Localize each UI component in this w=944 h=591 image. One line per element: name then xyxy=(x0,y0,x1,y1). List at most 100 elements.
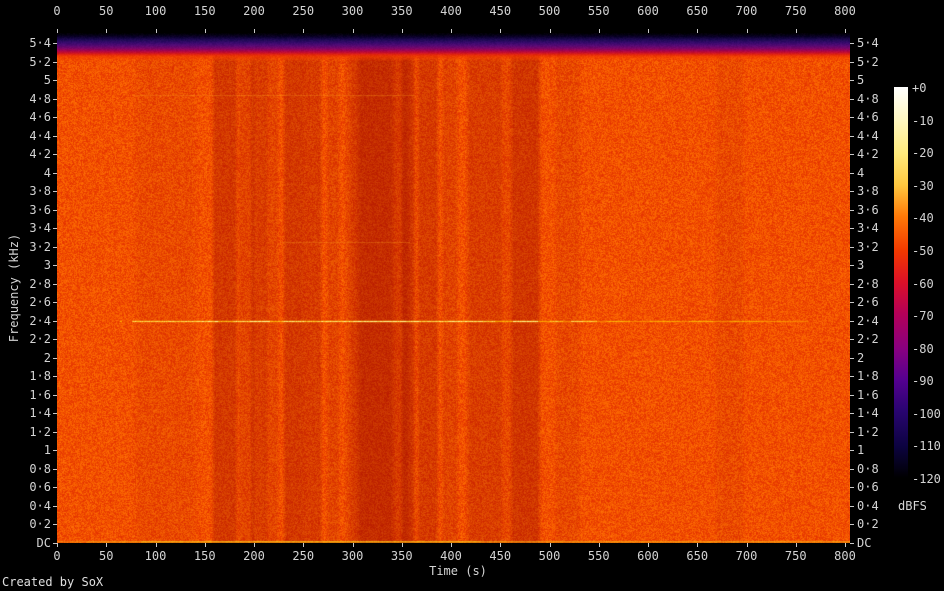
y-tick-label: 5·4 xyxy=(29,36,51,50)
y-tick-mark xyxy=(850,524,854,526)
colorbar-tick-label: -120 xyxy=(912,472,941,486)
sox-credit: Created by SoX xyxy=(2,575,104,589)
x-tick-label: 100 xyxy=(144,549,167,563)
x-tick-label: 600 xyxy=(637,4,659,18)
y-tick-label: 4 xyxy=(43,165,51,180)
y-tick-mark xyxy=(850,376,854,378)
x-tick-mark xyxy=(204,543,206,547)
y-tick-label: DC xyxy=(857,536,872,550)
spectrogram-canvas xyxy=(57,33,850,543)
colorbar-tick-label: -110 xyxy=(912,439,941,454)
y-tick-label: 2 xyxy=(857,350,865,365)
y-tick-mark xyxy=(850,154,854,156)
y-tick-mark xyxy=(850,98,854,100)
x-tick-label: 350 xyxy=(390,4,413,18)
x-tick-label: 250 xyxy=(292,4,315,18)
x-tick-label: 800 xyxy=(834,4,856,18)
x-tick-mark xyxy=(57,543,58,547)
y-tick-mark xyxy=(850,265,854,267)
x-tick-label: 650 xyxy=(686,4,709,18)
y-tick-label: 0·6 xyxy=(29,480,51,495)
y-tick-label: 1·6 xyxy=(29,387,51,402)
colorbar-unit-label: dBFS xyxy=(898,499,927,513)
x-tick-label: 700 xyxy=(735,549,758,563)
y-tick-label: 3·2 xyxy=(29,239,51,254)
y-tick-mark xyxy=(850,43,854,44)
y-tick-label: 3·8 xyxy=(29,184,51,199)
x-tick-label: 0 xyxy=(53,549,61,563)
colorbar-tick-label: -30 xyxy=(912,178,934,193)
x-tick-mark xyxy=(155,543,157,547)
y-tick-label: 4·4 xyxy=(857,128,879,143)
x-tick-mark xyxy=(549,543,551,547)
x-tick-label: 750 xyxy=(784,4,807,18)
y-tick-label: 4·2 xyxy=(29,147,51,162)
x-tick-label: 400 xyxy=(440,549,462,563)
y-tick-mark xyxy=(850,394,854,396)
y-tick-label: 1·8 xyxy=(857,369,879,384)
x-tick-label: 50 xyxy=(99,4,114,18)
x-tick-label: 550 xyxy=(587,549,610,563)
x-tick-mark xyxy=(746,543,748,547)
y-tick-label: 2·6 xyxy=(29,295,51,310)
y-tick-mark xyxy=(850,450,854,452)
y-tick-label: 0·2 xyxy=(29,517,51,532)
y-tick-label: 5·2 xyxy=(29,54,51,69)
colorbar-tick-label: -70 xyxy=(912,309,934,324)
y-tick-mark xyxy=(850,413,854,415)
x-tick-label: 500 xyxy=(538,549,561,563)
y-tick-mark xyxy=(850,339,854,341)
y-tick-label: 1·4 xyxy=(29,406,51,421)
y-tick-label: 1·2 xyxy=(857,424,879,439)
colorbar-tick-label: +0 xyxy=(912,81,927,95)
x-tick-label: 700 xyxy=(735,4,758,18)
y-tick-mark xyxy=(850,117,854,119)
x-tick-label: 150 xyxy=(193,4,216,18)
y-tick-label: 2·2 xyxy=(857,332,879,347)
x-tick-label: 0 xyxy=(53,4,61,18)
y-tick-label: 2·4 xyxy=(857,313,879,328)
y-tick-label: 3·6 xyxy=(29,202,51,217)
y-tick-label: 0·2 xyxy=(857,517,879,532)
y-tick-label: 0·6 xyxy=(857,480,879,495)
y-tick-label: 2 xyxy=(43,350,51,365)
x-tick-label: 350 xyxy=(390,549,413,563)
x-tick-mark xyxy=(500,543,502,547)
y-tick-label: 4·8 xyxy=(29,91,51,106)
x-tick-mark xyxy=(106,543,108,547)
colorbar-tick-label: -80 xyxy=(912,341,934,356)
y-tick-label: 3·4 xyxy=(29,221,51,236)
y-tick-mark xyxy=(850,357,854,359)
y-tick-mark xyxy=(850,320,854,322)
colorbar-tick-label: -10 xyxy=(912,113,934,128)
x-tick-mark xyxy=(795,543,797,547)
y-tick-mark xyxy=(850,302,854,304)
y-tick-label: 5·2 xyxy=(857,54,879,69)
y-tick-label: 0·8 xyxy=(29,461,51,476)
x-tick-mark xyxy=(845,543,846,547)
colorbar-gradient xyxy=(894,87,908,478)
y-tick-mark xyxy=(850,283,854,285)
x-tick-label: 600 xyxy=(637,549,659,563)
x-tick-label: 300 xyxy=(341,4,364,18)
x-tick-label: 250 xyxy=(292,549,315,563)
y-tick-mark xyxy=(850,543,854,544)
x-tick-mark xyxy=(352,543,354,547)
y-tick-label: 2·2 xyxy=(29,332,51,347)
y-tick-label: 4·8 xyxy=(857,91,879,106)
colorbar-tick-label: -60 xyxy=(912,276,934,291)
y-tick-mark xyxy=(850,61,854,63)
y-tick-label: 3·8 xyxy=(857,184,879,199)
x-tick-mark xyxy=(648,543,649,547)
y-tick-label: 1 xyxy=(857,443,865,458)
sox-spectrogram-image: Frequency (kHz) 0 50 100 150 200 250 300 350 400… xyxy=(0,0,944,591)
y-tick-mark xyxy=(850,228,854,230)
x-tick-mark xyxy=(598,543,600,547)
y-tick-mark xyxy=(850,487,854,489)
y-tick-label: 5 xyxy=(857,73,865,88)
x-tick-label: 650 xyxy=(686,549,709,563)
x-tick-label: 200 xyxy=(243,549,265,563)
y-tick-mark xyxy=(53,543,57,544)
y-tick-label: 2·4 xyxy=(29,313,51,328)
y-tick-label: 1·2 xyxy=(29,424,51,439)
